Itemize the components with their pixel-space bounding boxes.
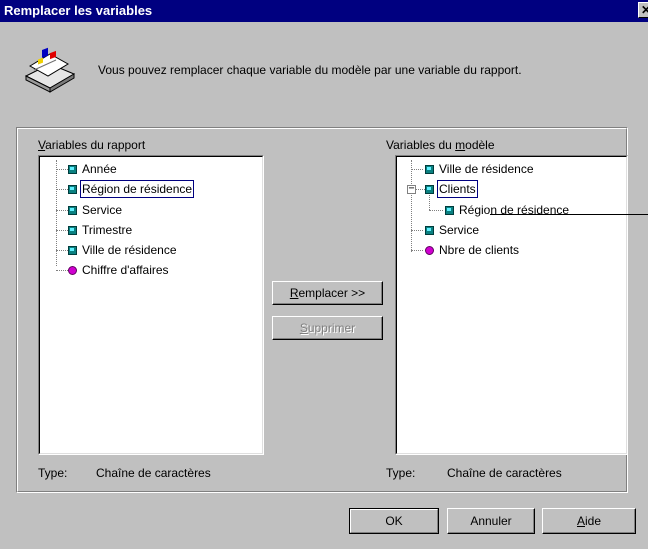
dialog-title: Remplacer les variables (4, 3, 153, 18)
model-type-value: Chaîne de caractères (447, 466, 562, 480)
dimension-cube-icon (68, 226, 77, 235)
ok-button[interactable]: OK (349, 508, 439, 534)
report-type-label: Type: (38, 466, 68, 480)
dimension-cube-icon (445, 206, 454, 215)
replace-button[interactable]: Remplacer >> (272, 281, 383, 305)
report-variables-label-rest: ariables du rapport (45, 138, 146, 152)
collapse-icon[interactable]: − (407, 184, 416, 194)
help-button[interactable]: Aide (542, 508, 636, 534)
report-type-value: Chaîne de caractères (96, 466, 211, 480)
dimension-cube-icon (68, 206, 77, 215)
dimension-cube-icon (68, 246, 77, 255)
dimension-cube-icon (425, 226, 434, 235)
intro-text: Vous pouvez remplacer chaque variable du… (98, 63, 522, 77)
cancel-button[interactable]: Annuler (447, 508, 535, 534)
indicator-dot-icon (68, 266, 77, 275)
dimension-cube-icon (68, 185, 77, 194)
report-variables-label: Variables du rapport (38, 138, 145, 152)
replace-variables-icon (24, 47, 76, 93)
close-button[interactable]: ✕ (638, 2, 648, 18)
dimension-cube-icon (68, 165, 77, 174)
dimension-cube-icon (425, 185, 434, 194)
indicator-dot-icon (425, 246, 434, 255)
report-variables-list[interactable]: Année Région de résidence Service Trimes… (38, 155, 264, 455)
drag-indicator-line (490, 214, 648, 215)
title-bar: Remplacer les variables ✕ (0, 0, 648, 22)
delete-button[interactable]: Supprimer (272, 316, 383, 340)
model-type-label: Type: (386, 466, 416, 480)
model-variables-list[interactable]: Ville de résidence − Clients Région de r… (395, 155, 628, 455)
dimension-cube-icon (425, 165, 434, 174)
model-variables-label: Variables du modèle (386, 138, 495, 152)
